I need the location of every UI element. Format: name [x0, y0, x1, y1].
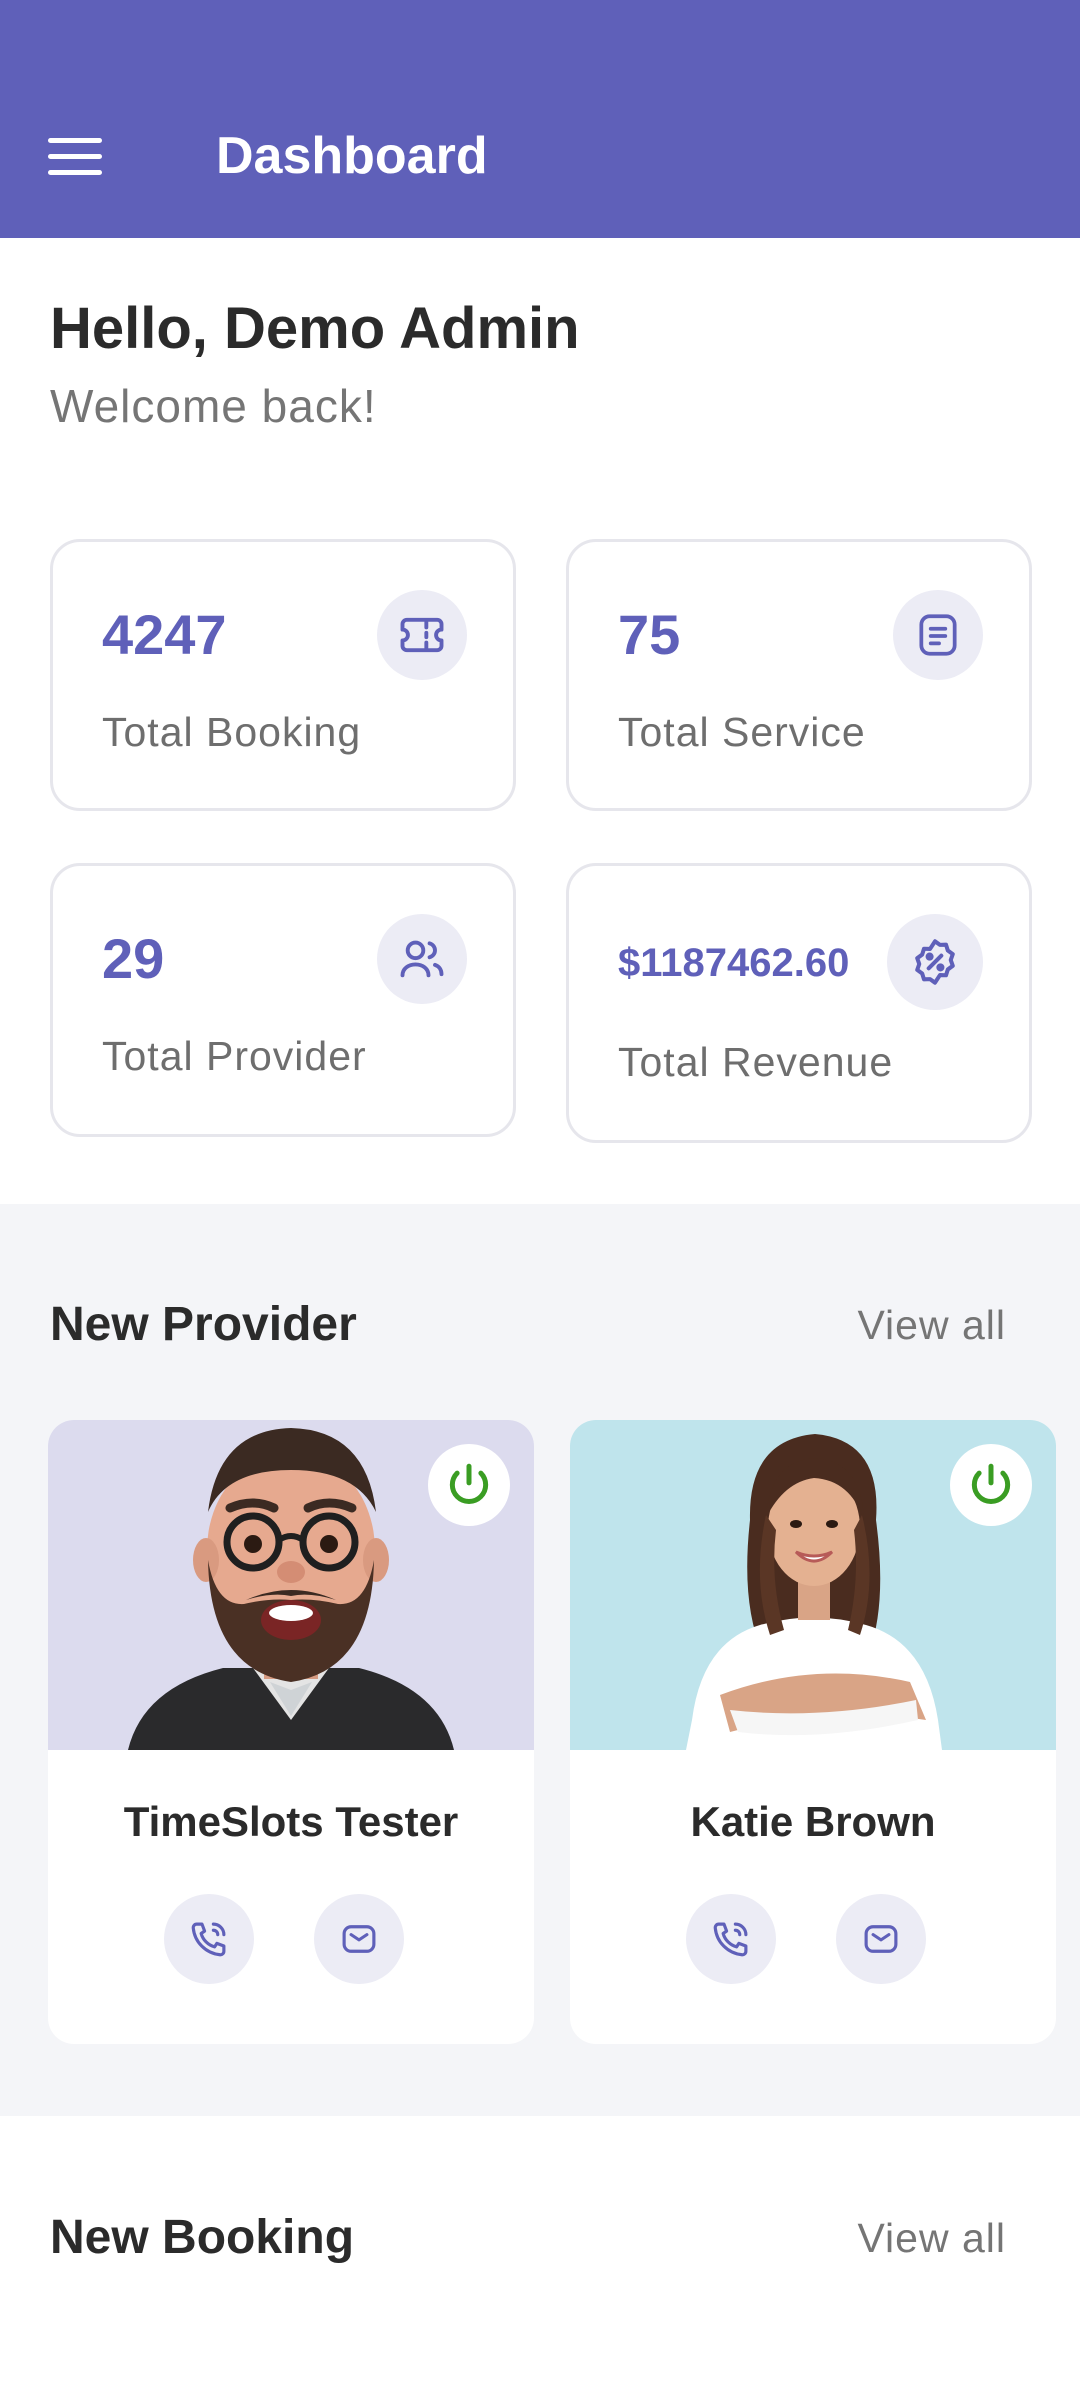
menu-icon[interactable] [48, 126, 120, 186]
stat-value: 29 [102, 927, 165, 990]
provider-card[interactable]: Katie Brown [570, 1420, 1056, 2044]
new-booking-view-all-link[interactable]: View all [857, 2210, 1006, 2266]
greeting-title: Hello, Demo Admin [50, 296, 580, 361]
stat-value: 75 [618, 603, 681, 666]
mail-icon[interactable] [836, 1894, 926, 1984]
discount-badge-icon [887, 914, 983, 1010]
power-icon[interactable] [950, 1444, 1032, 1526]
mail-icon[interactable] [314, 1894, 404, 1984]
stat-card-total-booking[interactable]: 4247 Total Booking [50, 539, 516, 811]
stat-card-total-provider[interactable]: 29 Total Provider [50, 863, 516, 1137]
new-booking-title: New Booking [50, 2211, 355, 2264]
stat-label: Total Provider [102, 1033, 367, 1079]
greeting-subtitle: Welcome back! [50, 380, 377, 432]
stat-card-total-service[interactable]: 75 Total Service [566, 539, 1032, 811]
provider-card[interactable]: TimeSlots Tester [48, 1420, 534, 2044]
stat-label: Total Revenue [618, 1039, 894, 1085]
provider-name: TimeSlots Tester [123, 1798, 459, 1845]
users-icon [377, 914, 467, 1004]
phone-icon[interactable] [164, 1894, 254, 1984]
stat-card-total-revenue[interactable]: $1187462.60 Total Revenue [566, 863, 1032, 1143]
new-provider-title: New Provider [50, 1298, 357, 1351]
stat-value: 4247 [102, 603, 227, 666]
new-provider-view-all-link[interactable]: View all [857, 1297, 1006, 1353]
app-bar: Dashboard [0, 0, 1080, 238]
ticket-icon [377, 590, 467, 680]
stat-value: $1187462.60 [618, 941, 850, 985]
document-icon [893, 590, 983, 680]
stat-label: Total Booking [102, 709, 362, 755]
stat-label: Total Service [618, 709, 866, 755]
page-title: Dashboard [216, 127, 488, 185]
phone-icon[interactable] [686, 1894, 776, 1984]
power-icon[interactable] [428, 1444, 510, 1526]
provider-name: Katie Brown [690, 1798, 936, 1845]
